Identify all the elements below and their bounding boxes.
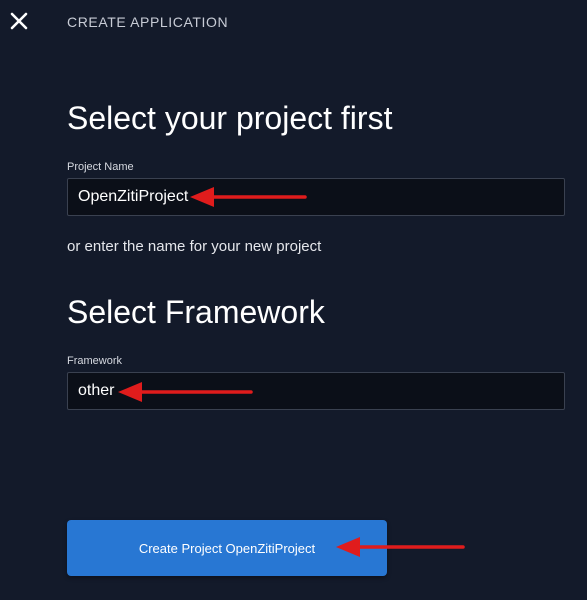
- framework-section-heading: Select Framework: [67, 294, 325, 330]
- close-button[interactable]: [8, 10, 30, 32]
- create-project-button[interactable]: Create Project OpenZitiProject: [67, 520, 387, 576]
- project-name-input[interactable]: [67, 178, 565, 216]
- header-title: CREATE APPLICATION: [67, 14, 229, 30]
- project-name-label: Project Name: [67, 161, 134, 173]
- close-icon: [10, 12, 28, 30]
- new-project-helper-text: or enter the name for your new project: [67, 238, 322, 255]
- create-application-panel: CREATE APPLICATION Select your project f…: [0, 0, 587, 600]
- project-section-heading: Select your project first: [67, 100, 393, 136]
- framework-label: Framework: [67, 355, 123, 367]
- framework-input[interactable]: [67, 372, 565, 410]
